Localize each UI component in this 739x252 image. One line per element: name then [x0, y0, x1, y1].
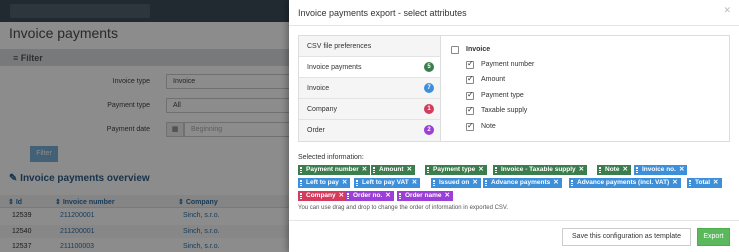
export-button[interactable]: Export: [697, 228, 730, 246]
attribute-label: Note: [481, 123, 496, 130]
remove-icon[interactable]: ✕: [622, 166, 627, 173]
chip-order-name[interactable]: Order name ✕: [397, 191, 453, 201]
attribute-checkbox[interactable]: ✓: [466, 105, 474, 115]
chip-left-to-pay-vat[interactable]: Left to pay VAT ✕: [354, 178, 421, 188]
attribute-label: Taxable supply: [481, 107, 528, 114]
chip-payment-type[interactable]: Payment type ✕: [425, 165, 487, 175]
remove-icon[interactable]: ✕: [713, 179, 718, 186]
count-badge: 2: [424, 125, 434, 135]
select-all-checkbox[interactable]: [451, 46, 459, 54]
remove-icon[interactable]: ✕: [342, 179, 347, 186]
tab-invoice[interactable]: Invoice 7: [299, 78, 440, 99]
modal-title: Invoice payments export - select attribu…: [298, 8, 467, 18]
drag-drop-hint: You can use drag and drop to change the …: [298, 205, 509, 211]
remove-icon[interactable]: ✕: [553, 179, 558, 186]
tab-invoice-payments[interactable]: Invoice payments 5: [299, 57, 440, 78]
chip-advance-payments[interactable]: Advance payments ✕: [483, 178, 562, 188]
chip-amount[interactable]: Amount ✕: [371, 165, 416, 175]
remove-icon[interactable]: ✕: [679, 166, 684, 173]
close-icon[interactable]: ✕: [723, 5, 731, 16]
check-icon: ✓: [467, 74, 474, 83]
chip-order-no[interactable]: Order no. ✕: [345, 191, 394, 201]
remove-icon[interactable]: ✕: [672, 179, 677, 186]
tab-label: Invoice payments: [307, 64, 362, 71]
chip-total[interactable]: Total ✕: [687, 178, 722, 188]
count-badge: 7: [424, 83, 434, 93]
tab-label: CSV file preferences: [307, 43, 372, 50]
chip-payment-number[interactable]: Payment number ✕: [298, 165, 371, 175]
attribute-checkbox[interactable]: ✓: [466, 90, 474, 100]
check-icon: ✓: [467, 121, 474, 130]
remove-icon[interactable]: ✕: [579, 166, 584, 173]
tab-label: Company: [307, 106, 337, 113]
attribute-checkbox[interactable]: ✓: [466, 74, 474, 84]
remove-icon[interactable]: ✕: [478, 166, 483, 173]
tab-label: Order: [307, 127, 325, 134]
remove-icon[interactable]: ✕: [385, 192, 390, 199]
attribute-panel: Invoice ✓ Payment number ✓ Amount ✓ Paym…: [441, 35, 730, 142]
attribute-tabs: CSV file preferences Invoice payments 5 …: [298, 35, 441, 142]
chip-invoice-no[interactable]: Invoice no. ✕: [634, 165, 688, 175]
tab-csv-file-preferences[interactable]: CSV file preferences: [299, 36, 440, 57]
chip-taxable-supply[interactable]: Invoice - Taxable supply ✕: [493, 165, 588, 175]
remove-icon[interactable]: ✕: [412, 179, 417, 186]
save-template-button[interactable]: Save this configuration as template: [562, 228, 691, 246]
selected-chips: Payment number ✕ Amount ✕ Payment type ✕ In…: [298, 165, 722, 203]
selected-information-label: Selected information:: [298, 154, 364, 161]
count-badge: 5: [424, 62, 434, 72]
chip-left-to-pay[interactable]: Left to pay ✕: [298, 178, 351, 188]
check-icon: ✓: [467, 105, 474, 114]
remove-icon[interactable]: ✕: [362, 166, 367, 173]
remove-icon[interactable]: ✕: [407, 166, 412, 173]
check-icon: ✓: [467, 59, 474, 68]
attribute-label: Payment type: [481, 92, 524, 99]
tab-label: Invoice: [307, 85, 330, 92]
remove-icon[interactable]: ✕: [339, 192, 344, 199]
attribute-checkbox[interactable]: ✓: [466, 59, 474, 69]
attribute-label: Amount: [481, 76, 506, 83]
chip-company[interactable]: Company ✕: [298, 191, 348, 201]
chip-advance-payments-incl-vat[interactable]: Advance payments (incl. VAT) ✕: [569, 178, 681, 188]
remove-icon[interactable]: ✕: [445, 192, 450, 199]
check-icon: ✓: [467, 90, 474, 99]
attribute-label: Payment number: [481, 61, 535, 68]
attribute-checkbox[interactable]: ✓: [466, 121, 474, 131]
chip-issued-on[interactable]: Issued on ✕: [431, 178, 481, 188]
modal-header: Invoice payments export - select attribu…: [289, 0, 739, 26]
chip-note[interactable]: Note ✕: [597, 165, 631, 175]
tab-company[interactable]: Company 1: [299, 99, 440, 120]
export-modal: Invoice payments export - select attribu…: [289, 0, 739, 252]
count-badge: 1: [424, 104, 434, 114]
remove-icon[interactable]: ✕: [472, 179, 477, 186]
attribute-group-label: Invoice: [466, 46, 491, 53]
tab-order[interactable]: Order 2: [299, 120, 440, 141]
